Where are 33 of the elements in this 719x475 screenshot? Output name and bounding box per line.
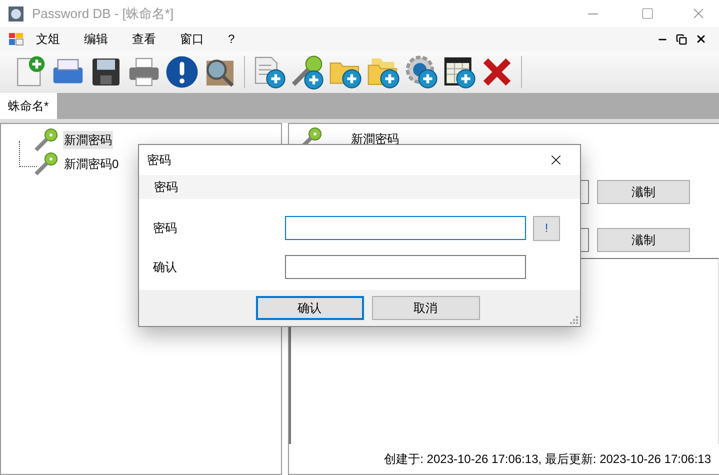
- key-icon: [33, 128, 59, 152]
- menu-item[interactable]: 编辑: [72, 30, 120, 48]
- exclamation-icon[interactable]: [164, 54, 200, 90]
- app-icon: [8, 6, 24, 22]
- input-field[interactable]: [285, 216, 526, 240]
- tree-item[interactable]: 新澗密码0: [63, 155, 120, 173]
- close-icon[interactable]: [695, 33, 707, 45]
- maximize-icon[interactable]: [641, 7, 654, 20]
- field-label: 密码: [152, 220, 178, 237]
- dialog-button[interactable]: 取消: [372, 296, 480, 320]
- status-text: 创建于: 2023-10-26 17:06:13, 最后更新: 2023-10-26 17:06:13: [384, 451, 711, 468]
- menu-item[interactable]: ?: [216, 30, 247, 48]
- add-gear-icon[interactable]: [403, 54, 439, 90]
- restore-icon[interactable]: [676, 34, 687, 44]
- document-tab[interactable]: 蛛命名*: [0, 93, 57, 119]
- entry-title: 新澗密码: [351, 131, 399, 148]
- key-icon: [33, 152, 59, 176]
- window-title: Password DB - [蛛命名*]: [32, 4, 174, 23]
- field-label: 确认: [152, 259, 178, 276]
- menu-item[interactable]: 文俎: [24, 30, 72, 48]
- copy-button[interactable]: 瀸制: [597, 228, 690, 252]
- document-menu-icon[interactable]: [8, 32, 24, 46]
- dialog-title: 密码: [147, 152, 171, 169]
- copy-button[interactable]: 瀸制: [597, 180, 690, 204]
- dialog-header: 密码: [139, 175, 580, 199]
- resize-grip-icon[interactable]: [570, 316, 578, 324]
- menu-item[interactable]: 窗口: [168, 30, 216, 48]
- add-key-icon[interactable]: [289, 54, 325, 90]
- tree-item[interactable]: 新澗密码: [63, 131, 113, 149]
- reveal-button[interactable]: !: [533, 216, 560, 240]
- input-field[interactable]: [285, 255, 526, 279]
- dialog-button[interactable]: 确认: [256, 296, 364, 320]
- menu-item[interactable]: 查看: [120, 30, 168, 48]
